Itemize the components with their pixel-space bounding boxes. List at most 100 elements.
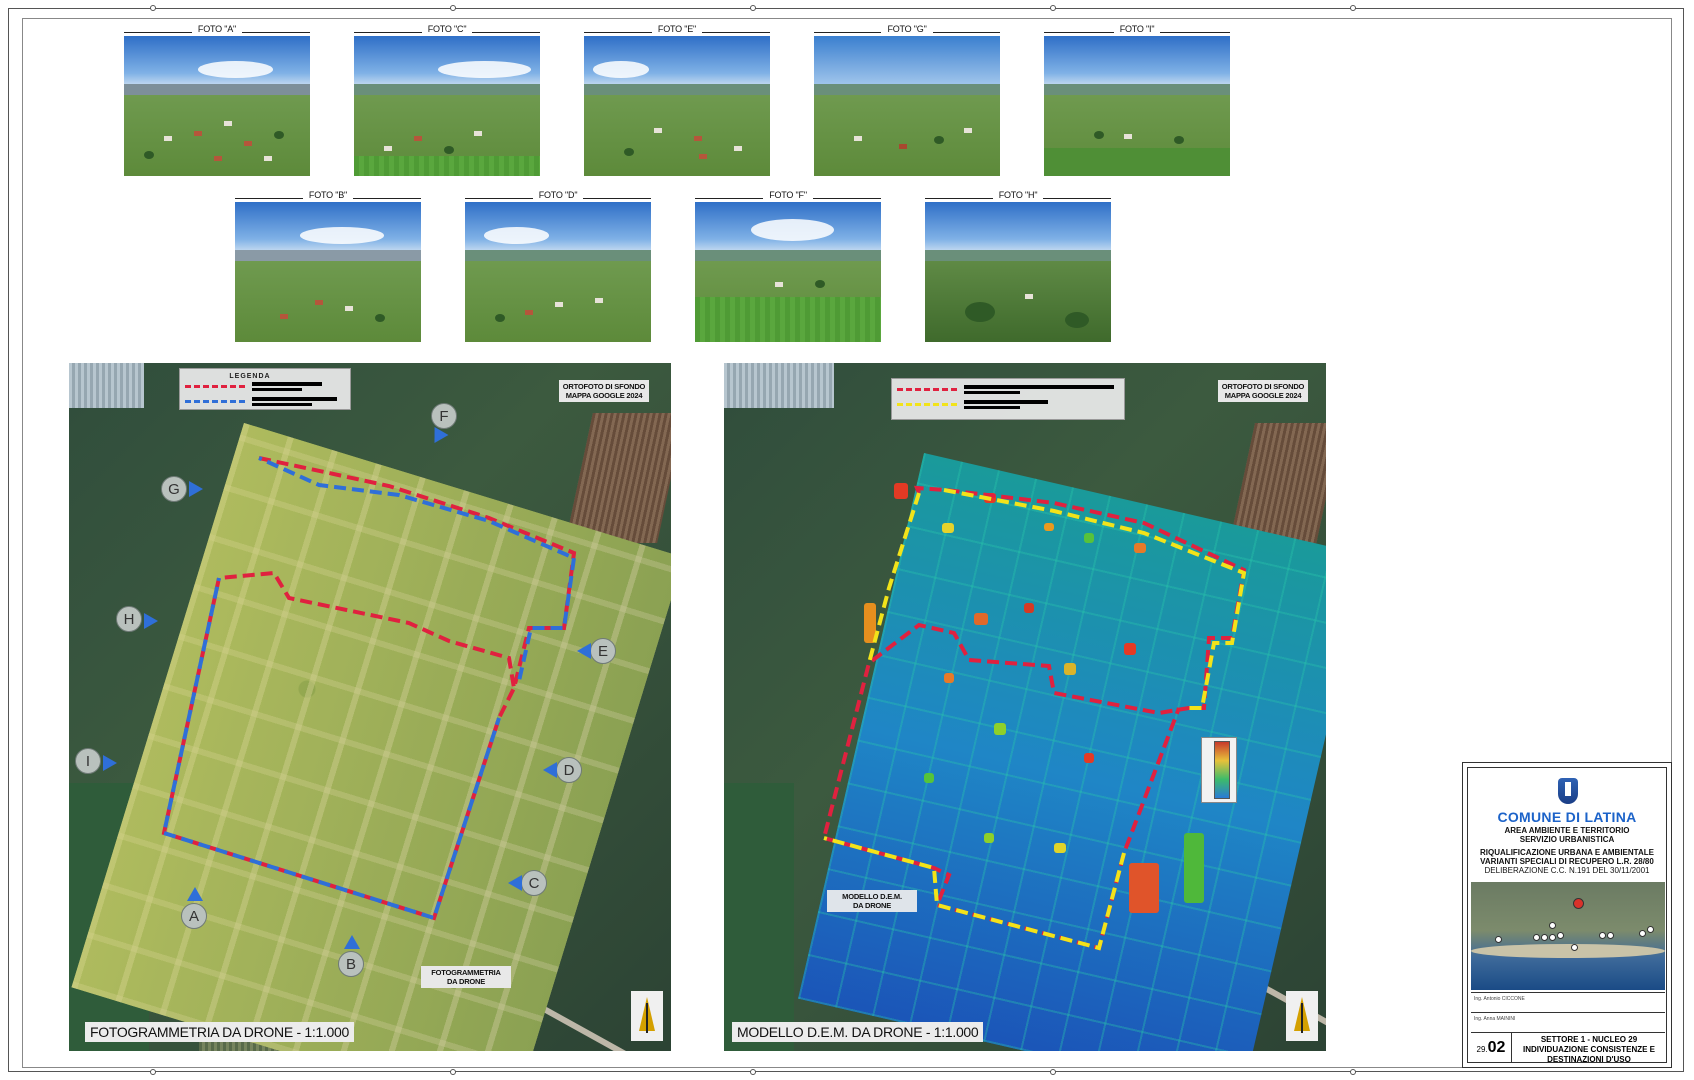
frame-tick [750,5,756,11]
photo-marker-d[interactable]: D [556,757,582,783]
photo-caption-text: FOTO "G" [881,24,933,34]
legend-yellow-line [897,403,957,406]
sheet-title-line: DESTINAZIONI D'USO [1547,1055,1631,1064]
photo-caption: FOTO "I" [1044,24,1230,34]
frame-tick [1050,1069,1056,1075]
dept-line: AREA AMBIENTE E TERRITORIO [1504,826,1630,835]
elevation-feature [894,483,908,499]
aerial-photo [124,36,310,176]
frame-tick [150,5,156,11]
location-pin-icon [1557,932,1564,939]
ortho-label-line: MAPPA GOOGLE 2024 [1224,391,1302,400]
dept-line: SERVIZIO URBANISTICA [1519,835,1615,844]
photo-caption: FOTO "H" [925,190,1111,200]
photo-h: FOTO "H" [925,190,1111,344]
redacted-text [964,385,1114,389]
view-direction-icon [103,755,117,771]
photo-caption: FOTO "A" [124,24,310,34]
photo-caption-text: FOTO "D" [532,190,584,200]
photo-marker-e[interactable]: E [590,638,616,664]
photo-e: FOTO "E" [584,24,770,178]
legend-box [891,378,1125,420]
photo-marker-a[interactable]: A [181,903,207,929]
aerial-photo [1044,36,1230,176]
legend-title: LEGENDA [229,373,271,380]
redacted-text [964,400,1048,404]
photo-marker-b[interactable]: B [338,951,364,977]
photo-d: FOTO "D" [465,190,651,344]
photo-marker-f[interactable]: F [431,403,457,429]
photo-c: FOTO "C" [354,24,540,178]
frame-tick [150,1069,156,1075]
location-pin-icon [1495,936,1502,943]
elevation-feature [1084,753,1094,763]
photo-caption-text: FOTO "C" [421,24,473,34]
color-ramp [1214,741,1230,799]
location-pin-icon [1549,934,1556,941]
photo-marker-g[interactable]: G [161,476,187,502]
photo-marker-c[interactable]: C [521,870,547,896]
aerial-photo [354,36,540,176]
view-direction-icon [543,762,557,778]
photo-caption-text: FOTO "A" [191,24,243,34]
elevation-feature [864,603,876,643]
legend-blue-line [185,400,245,403]
photo-marker-h[interactable]: H [116,606,142,632]
aerial-photo [695,202,881,342]
elevation-feature [1184,833,1204,903]
elevation-feature [984,493,996,503]
elevation-feature [1024,603,1034,613]
aerial-photo [584,36,770,176]
location-pin-icon [1571,944,1578,951]
location-pin-icon [1647,926,1654,933]
sheet-title: SETTORE 1 - NUCLEO 29 INDIVIDUAZIONE CON… [1515,1035,1663,1065]
signature-name: Ing. Antonio CICCONE [1474,996,1525,1002]
north-arrow-icon [1286,991,1318,1041]
sheet-info: 29.02 SETTORE 1 - NUCLEO 29 INDIVIDUAZIO… [1471,1032,1665,1065]
elevation-feature [924,773,934,783]
aerial-photo [465,202,651,342]
location-pin-icon [1607,932,1614,939]
elevation-feature [974,613,988,625]
view-direction-icon [577,643,591,659]
redacted-text [252,388,302,391]
frame-tick [1050,5,1056,11]
comune-name: COMUNE DI LATINA [1497,809,1637,825]
photo-caption: FOTO "C" [354,24,540,34]
location-pin-icon [1599,932,1606,939]
photo-caption: FOTO "D" [465,190,651,200]
elevation-feature [984,833,994,843]
ortho-source-label: ORTOFOTO DI SFONDO MAPPA GOOGLE 2024 [559,380,649,402]
photo-caption-text: FOTO "H" [992,190,1044,200]
sheet-title-line: SETTORE 1 - NUCLEO 29 [1540,1035,1638,1044]
location-pin-icon [1541,934,1548,941]
project-line: RIQUALIFICAZIONE URBANA E AMBIENTALE [1480,848,1654,857]
map-title: MODELLO D.E.M. DA DRONE - 1:1.000 [732,1022,984,1042]
frame-tick [450,5,456,11]
ortho-source-label: ORTOFOTO DI SFONDO MAPPA GOOGLE 2024 [1218,380,1308,402]
view-direction-icon [189,481,203,497]
redacted-text [964,406,1020,409]
title-block: COMUNE DI LATINA AREA AMBIENTE E TERRITO… [1462,762,1672,1068]
frame-tick [450,1069,456,1075]
redacted-text [252,403,312,406]
elevation-feature [1054,843,1066,853]
location-pin-icon [1533,934,1540,941]
photo-f: FOTO "F" [695,190,881,344]
city-emblem-icon [1558,778,1578,804]
photo-marker-i[interactable]: I [75,748,101,774]
area-label: MODELLO D.E.M. DA DRONE [827,890,917,912]
legend-red-line [897,388,957,391]
redacted-text [252,382,322,386]
deliberation-line: DELIBERAZIONE C.C. N.191 DEL 30/11/2001 [1484,866,1650,875]
elevation-feature [942,523,954,533]
frame-tick [750,1069,756,1075]
project-line: VARIANTI SPECIALI DI RECUPERO L.R. 28/80 [1480,857,1654,866]
photo-g: FOTO "G" [814,24,1000,178]
sheet-prefix: 29. [1476,1045,1488,1054]
signature-field: Ing. Antonio CICCONE [1471,992,1665,1013]
sheet-number-value: 02 [1487,1039,1506,1056]
area-label-line: DA DRONE [446,977,486,986]
drawing-sheet: FOTO "A" FOTO "C" FOTO "E" FOTO "G" FOTO… [0,0,1694,1080]
location-map [1471,882,1665,990]
